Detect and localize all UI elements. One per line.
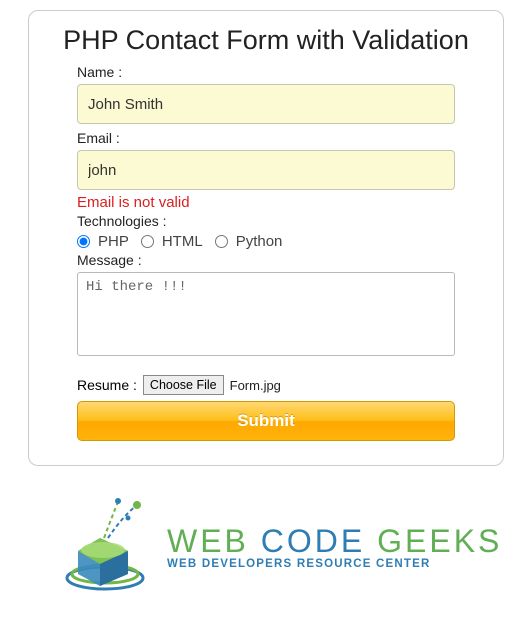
tech-radio-python[interactable] [215, 235, 228, 248]
email-label: Email : [77, 130, 455, 146]
tech-option-html: HTML [162, 233, 203, 250]
logo-word-web: WEB [167, 523, 261, 559]
tech-option-php: PHP [98, 233, 129, 250]
logo-text: WEB CODE GEEKS WEB DEVELOPERS RESOURCE C… [167, 523, 502, 570]
page-title: PHP Contact Form with Validation [41, 25, 491, 56]
logo-word-geeks: GEEKS [377, 523, 502, 559]
name-input[interactable] [77, 84, 455, 124]
name-label: Name : [77, 64, 455, 80]
resume-label: Resume : [77, 377, 137, 393]
logo-title: WEB CODE GEEKS [167, 523, 502, 560]
tech-radio-group: PHP HTML Python [77, 233, 455, 250]
email-error: Email is not valid [77, 194, 455, 211]
tech-option-python: Python [236, 233, 283, 250]
form-card: PHP Contact Form with Validation Name : … [28, 10, 504, 466]
email-input[interactable] [77, 150, 455, 190]
form-body: Name : Email : Email is not valid Techno… [41, 64, 491, 441]
resume-filename: Form.jpg [230, 378, 281, 393]
logo-word-code: CODE [261, 523, 377, 559]
tech-radio-php[interactable] [77, 235, 90, 248]
submit-button[interactable]: Submit [77, 401, 455, 441]
message-label: Message : [77, 252, 455, 268]
site-logo: WEB CODE GEEKS WEB DEVELOPERS RESOURCE C… [28, 496, 504, 596]
logo-icon [58, 496, 153, 596]
tech-label: Technologies : [77, 213, 455, 229]
choose-file-button[interactable]: Choose File [143, 375, 224, 395]
resume-row: Resume : Choose File Form.jpg [77, 375, 455, 395]
message-textarea[interactable] [77, 272, 455, 356]
tech-radio-html[interactable] [141, 235, 154, 248]
